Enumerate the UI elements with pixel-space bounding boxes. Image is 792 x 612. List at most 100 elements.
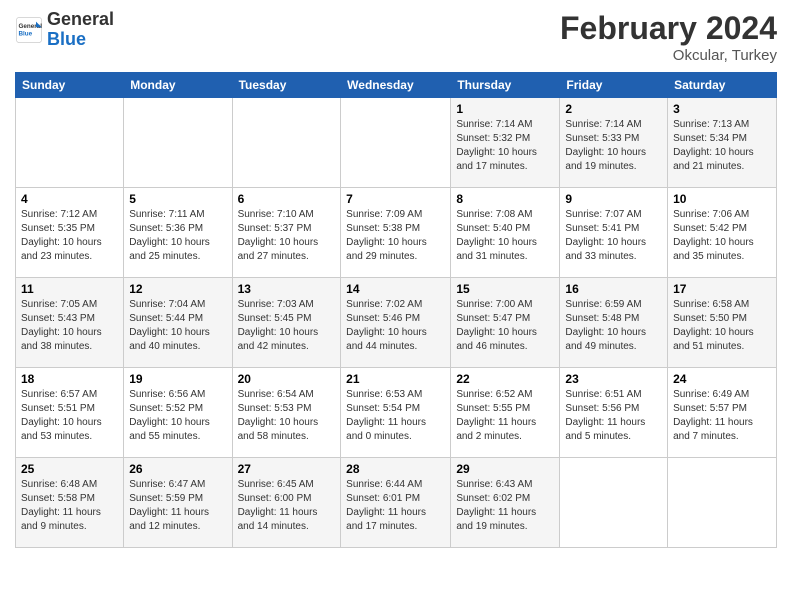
day-number: 28 <box>346 462 445 476</box>
day-info: Sunrise: 6:53 AMSunset: 5:54 PMDaylight:… <box>346 388 445 444</box>
day-number: 15 <box>456 282 554 296</box>
day-info: Sunrise: 7:03 AMSunset: 5:45 PMDaylight:… <box>238 298 336 354</box>
day-info: Sunrise: 6:54 AMSunset: 5:53 PMDaylight:… <box>238 388 336 444</box>
calendar-cell: 8Sunrise: 7:08 AMSunset: 5:40 PMDaylight… <box>451 188 560 278</box>
calendar-cell: 21 Sunrise: 6:53 AMSunset: 5:54 PMDayligh… <box>341 368 451 458</box>
column-header-thursday: Thursday <box>451 73 560 98</box>
day-number: 9 <box>565 192 662 206</box>
calendar-cell <box>560 458 668 548</box>
calendar-week-row: 18 Sunrise: 6:57 AMSunset: 5:51 PMDayligh… <box>16 368 777 458</box>
logo-icon: General Blue <box>15 16 43 44</box>
svg-text:Blue: Blue <box>19 30 33 37</box>
column-header-tuesday: Tuesday <box>232 73 341 98</box>
column-header-sunday: Sunday <box>16 73 124 98</box>
calendar-cell <box>668 458 777 548</box>
day-info: Sunrise: 6:57 AMSunset: 5:51 PMDaylight:… <box>21 388 118 444</box>
calendar-cell: 22 Sunrise: 6:52 AMSunset: 5:55 PMDayligh… <box>451 368 560 458</box>
calendar-week-row: 4 Sunrise: 7:12 AMSunset: 5:35 PMDaylight… <box>16 188 777 278</box>
day-info: Sunrise: 6:52 AMSunset: 5:55 PMDaylight:… <box>456 388 554 444</box>
day-info: Sunrise: 7:08 AMSunset: 5:40 PMDaylight:… <box>456 208 554 264</box>
calendar-cell <box>124 98 232 188</box>
day-info: Sunrise: 7:14 AMSunset: 5:32 PMDaylight:… <box>456 118 554 174</box>
day-number: 26 <box>129 462 226 476</box>
day-info: Sunrise: 7:11 AMSunset: 5:36 PMDaylight:… <box>129 208 226 264</box>
day-number: 11 <box>21 282 118 296</box>
day-number: 23 <box>565 372 662 386</box>
calendar-cell: 20 Sunrise: 6:54 AMSunset: 5:53 PMDayligh… <box>232 368 341 458</box>
day-info: Sunrise: 7:12 AMSunset: 5:35 PMDaylight:… <box>21 208 118 264</box>
day-number: 13 <box>238 282 336 296</box>
page-header: General Blue General Blue February 2024 … <box>15 10 777 64</box>
day-number: 20 <box>238 372 336 386</box>
day-info: Sunrise: 6:58 AMSunset: 5:50 PMDaylight:… <box>673 298 771 354</box>
calendar-header-row: SundayMondayTuesdayWednesdayThursdayFrid… <box>16 73 777 98</box>
day-number: 16 <box>565 282 662 296</box>
calendar-cell: 11 Sunrise: 7:05 AMSunset: 5:43 PMDayligh… <box>16 278 124 368</box>
calendar-cell: 23 Sunrise: 6:51 AMSunset: 5:56 PMDayligh… <box>560 368 668 458</box>
calendar-cell: 1 Sunrise: 7:14 AMSunset: 5:32 PMDaylight… <box>451 98 560 188</box>
day-info: Sunrise: 6:51 AMSunset: 5:56 PMDaylight:… <box>565 388 662 444</box>
day-number: 24 <box>673 372 771 386</box>
logo-text: General Blue <box>47 10 114 50</box>
calendar-cell: 19Sunrise: 6:56 AMSunset: 5:52 PMDayligh… <box>124 368 232 458</box>
calendar-cell: 29 Sunrise: 6:43 AMSunset: 6:02 PMDayligh… <box>451 458 560 548</box>
day-number: 6 <box>238 192 336 206</box>
day-number: 1 <box>456 102 554 116</box>
day-info: Sunrise: 7:05 AMSunset: 5:43 PMDaylight:… <box>21 298 118 354</box>
day-info: Sunrise: 7:09 AMSunset: 5:38 PMDaylight:… <box>346 208 445 264</box>
day-info: Sunrise: 6:49 AMSunset: 5:57 PMDaylight:… <box>673 388 771 444</box>
calendar-cell: 25 Sunrise: 6:48 AMSunset: 5:58 PMDayligh… <box>16 458 124 548</box>
logo: General Blue General Blue <box>15 10 114 50</box>
calendar-cell: 14 Sunrise: 7:02 AMSunset: 5:46 PMDayligh… <box>341 278 451 368</box>
day-number: 22 <box>456 372 554 386</box>
calendar-cell: 28 Sunrise: 6:44 AMSunset: 6:01 PMDayligh… <box>341 458 451 548</box>
day-info: Sunrise: 6:59 AMSunset: 5:48 PMDaylight:… <box>565 298 662 354</box>
location-subtitle: Okcular, Turkey <box>560 47 777 64</box>
calendar-cell: 9 Sunrise: 7:07 AMSunset: 5:41 PMDaylight… <box>560 188 668 278</box>
day-info: Sunrise: 6:48 AMSunset: 5:58 PMDaylight:… <box>21 478 118 534</box>
calendar-week-row: 1 Sunrise: 7:14 AMSunset: 5:32 PMDaylight… <box>16 98 777 188</box>
calendar-cell <box>16 98 124 188</box>
calendar-cell: 3 Sunrise: 7:13 AMSunset: 5:34 PMDaylight… <box>668 98 777 188</box>
calendar-cell: 16 Sunrise: 6:59 AMSunset: 5:48 PMDayligh… <box>560 278 668 368</box>
day-info: Sunrise: 7:07 AMSunset: 5:41 PMDaylight:… <box>565 208 662 264</box>
day-info: Sunrise: 6:43 AMSunset: 6:02 PMDaylight:… <box>456 478 554 534</box>
day-number: 10 <box>673 192 771 206</box>
day-number: 14 <box>346 282 445 296</box>
title-block: February 2024 Okcular, Turkey <box>560 10 777 64</box>
calendar-cell: 5 Sunrise: 7:11 AMSunset: 5:36 PMDaylight… <box>124 188 232 278</box>
day-info: Sunrise: 6:45 AMSunset: 6:00 PMDaylight:… <box>238 478 336 534</box>
calendar-cell: 18 Sunrise: 6:57 AMSunset: 5:51 PMDayligh… <box>16 368 124 458</box>
day-info: Sunrise: 7:00 AMSunset: 5:47 PMDaylight:… <box>456 298 554 354</box>
day-number: 17 <box>673 282 771 296</box>
column-header-friday: Friday <box>560 73 668 98</box>
day-info: Sunrise: 6:44 AMSunset: 6:01 PMDaylight:… <box>346 478 445 534</box>
day-number: 7 <box>346 192 445 206</box>
day-number: 18 <box>21 372 118 386</box>
calendar-cell: 15 Sunrise: 7:00 AMSunset: 5:47 PMDayligh… <box>451 278 560 368</box>
day-number: 5 <box>129 192 226 206</box>
column-header-monday: Monday <box>124 73 232 98</box>
calendar-cell: 4 Sunrise: 7:12 AMSunset: 5:35 PMDaylight… <box>16 188 124 278</box>
calendar-cell: 27 Sunrise: 6:45 AMSunset: 6:00 PMDayligh… <box>232 458 341 548</box>
day-number: 21 <box>346 372 445 386</box>
day-info: Sunrise: 7:02 AMSunset: 5:46 PMDaylight:… <box>346 298 445 354</box>
calendar-cell: 13 Sunrise: 7:03 AMSunset: 5:45 PMDayligh… <box>232 278 341 368</box>
day-info: Sunrise: 7:13 AMSunset: 5:34 PMDaylight:… <box>673 118 771 174</box>
calendar-cell: 6Sunrise: 7:10 AMSunset: 5:37 PMDaylight… <box>232 188 341 278</box>
calendar-cell: 12 Sunrise: 7:04 AMSunset: 5:44 PMDayligh… <box>124 278 232 368</box>
day-number: 4 <box>21 192 118 206</box>
calendar-cell: 7 Sunrise: 7:09 AMSunset: 5:38 PMDaylight… <box>341 188 451 278</box>
column-header-wednesday: Wednesday <box>341 73 451 98</box>
day-info: Sunrise: 7:04 AMSunset: 5:44 PMDaylight:… <box>129 298 226 354</box>
day-number: 25 <box>21 462 118 476</box>
calendar-cell <box>341 98 451 188</box>
calendar-cell: 17 Sunrise: 6:58 AMSunset: 5:50 PMDayligh… <box>668 278 777 368</box>
day-number: 3 <box>673 102 771 116</box>
calendar-week-row: 11 Sunrise: 7:05 AMSunset: 5:43 PMDayligh… <box>16 278 777 368</box>
day-number: 29 <box>456 462 554 476</box>
day-number: 27 <box>238 462 336 476</box>
calendar-cell: 24 Sunrise: 6:49 AMSunset: 5:57 PMDayligh… <box>668 368 777 458</box>
day-number: 12 <box>129 282 226 296</box>
calendar-cell: 2Sunrise: 7:14 AMSunset: 5:33 PMDaylight… <box>560 98 668 188</box>
